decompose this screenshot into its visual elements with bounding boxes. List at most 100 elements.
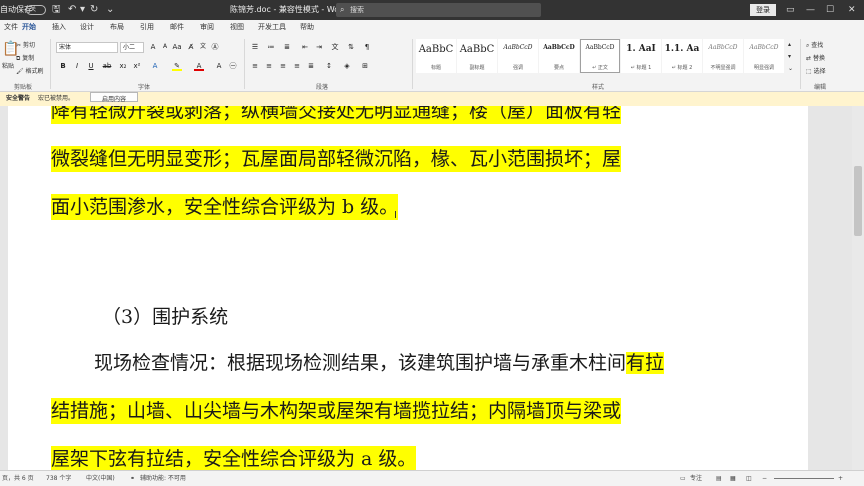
multilevel-list-icon[interactable]: ≣ (282, 42, 292, 52)
enable-content-button[interactable]: 启用内容 (90, 92, 138, 103)
format-painter-label: 格式刷 (25, 68, 44, 75)
style-normal[interactable]: AaBbCcD ↵ 正文 (580, 39, 620, 73)
increase-indent-icon[interactable]: ⇥ (314, 42, 324, 52)
save-icon[interactable]: 🖫 (52, 0, 61, 20)
highlight-icon[interactable]: ✎ (172, 61, 182, 71)
copy-button[interactable]: ⧉ 复制 (16, 53, 34, 63)
search-input[interactable]: ⌕ 搜索 (336, 3, 541, 17)
paste-button[interactable]: 粘贴 (2, 61, 14, 70)
distributed-icon[interactable]: ≣ (306, 61, 316, 71)
superscript-icon[interactable]: x² (132, 61, 142, 71)
tab-file[interactable]: 文件 (4, 20, 18, 35)
zoom-slider[interactable] (774, 478, 834, 479)
minimize-icon[interactable]: — (806, 0, 815, 20)
text-effects-icon[interactable]: A (150, 61, 160, 71)
bullets-icon[interactable]: ☰ (250, 42, 260, 52)
align-center-icon[interactable]: ≡ (264, 61, 274, 71)
tab-references[interactable]: 引用 (140, 20, 154, 35)
change-case-icon[interactable]: Aa (172, 42, 182, 52)
print-layout-icon[interactable]: ▦ (730, 471, 736, 486)
cut-button[interactable]: ✂ 剪切 (16, 40, 35, 49)
phonetic-guide-icon[interactable]: 文 (198, 42, 208, 52)
find-button[interactable]: ⌕ 查找 (806, 40, 823, 50)
vertical-scrollbar[interactable] (852, 106, 864, 470)
enclose-characters-icon[interactable]: ㊀ (228, 61, 238, 71)
strikethrough-icon[interactable]: ab (102, 61, 112, 71)
page-count[interactable]: 页，共 6 页 (2, 471, 34, 486)
numbering-icon[interactable]: ≔ (266, 42, 276, 52)
style-subtle-emphasis[interactable]: AaBbCcD 不明显强调 (703, 39, 743, 73)
tab-developer[interactable]: 开发工具 (258, 20, 286, 35)
focus-mode[interactable]: 专注 (690, 471, 702, 486)
tab-insert[interactable]: 插入 (52, 20, 66, 35)
login-button[interactable]: 登录 (750, 4, 776, 16)
format-painter-button[interactable]: 🖌 格式刷 (16, 66, 44, 75)
styles-more-icon[interactable]: ⌄ (788, 65, 793, 72)
clear-formatting-icon[interactable]: A̸ (186, 42, 196, 52)
security-warning-text: 宏已被禁用。 (38, 95, 75, 102)
select-label: 选择 (813, 68, 826, 75)
scrollbar-thumb[interactable] (854, 166, 862, 236)
show-marks-icon[interactable]: ¶ (362, 42, 372, 52)
style-name: 副标题 (469, 65, 485, 71)
tab-mailings[interactable]: 邮件 (170, 20, 184, 35)
ribbon-display-options-icon[interactable]: ▭ (786, 0, 795, 20)
web-layout-icon[interactable]: ◫ (746, 471, 752, 486)
underline-icon[interactable]: U (86, 61, 96, 71)
select-button[interactable]: ⬚ 选择 (806, 66, 826, 75)
tab-design[interactable]: 设计 (80, 20, 94, 35)
style-title[interactable]: AaBbC 标题 (416, 39, 456, 73)
font-size-select[interactable]: 小二 (120, 42, 144, 53)
justify-icon[interactable]: ≡ (292, 61, 302, 71)
redo-icon[interactable]: ↻ (90, 0, 98, 20)
align-right-icon[interactable]: ≡ (278, 61, 288, 71)
style-heading-1[interactable]: 1. AaI ↵ 标题 1 (621, 39, 661, 73)
language[interactable]: 中文(中国) (86, 471, 115, 486)
line-spacing-icon[interactable]: ↕ (324, 61, 334, 71)
maximize-icon[interactable]: ☐ (826, 0, 834, 20)
style-intense-emphasis[interactable]: AaBbCcD 明显强调 (744, 39, 784, 73)
shading-icon[interactable]: ◈ (342, 61, 352, 71)
undo-dropdown-icon[interactable]: ▾ (80, 0, 85, 20)
cut-icon: ✂ (16, 42, 22, 49)
divider (244, 39, 245, 89)
italic-icon[interactable]: I (72, 61, 82, 71)
style-emphasis[interactable]: AaBbCcD 强调 (498, 39, 538, 73)
character-border-icon[interactable]: Ⓐ (210, 42, 220, 52)
autosave-toggle[interactable]: 关 (26, 5, 46, 15)
shrink-font-icon[interactable]: A (160, 42, 170, 52)
tab-help[interactable]: 帮助 (300, 20, 314, 35)
style-heading-2[interactable]: 1.1. Aa ↵ 标题 2 (662, 39, 702, 73)
styles-scroll-up-icon[interactable]: ▴ (788, 41, 791, 48)
tab-review[interactable]: 审阅 (200, 20, 214, 35)
style-strong[interactable]: AaBbCcD 要点 (539, 39, 579, 73)
ribbon: 📋 粘贴 ✂ 剪切 ⧉ 复制 🖌 格式刷 剪贴板 宋体 小二 A A Aa A̸… (0, 35, 864, 92)
replace-button[interactable]: ⇄ 替换 (806, 53, 825, 62)
decrease-indent-icon[interactable]: ⇤ (300, 42, 310, 52)
close-icon[interactable]: ✕ (848, 0, 856, 20)
styles-scroll-down-icon[interactable]: ▾ (788, 53, 791, 60)
chinese-layout-icon[interactable]: 文 (330, 42, 340, 52)
style-subtitle[interactable]: AaBbC 副标题 (457, 39, 497, 73)
font-name-select[interactable]: 宋体 (56, 42, 118, 53)
grow-font-icon[interactable]: A (148, 42, 158, 52)
font-color-icon[interactable]: A (194, 61, 204, 71)
sort-icon[interactable]: ⇅ (346, 42, 356, 52)
zoom-in-icon[interactable]: + (838, 471, 843, 486)
subscript-icon[interactable]: x₂ (118, 61, 128, 71)
word-count[interactable]: 738 个字 (46, 471, 71, 486)
tab-view[interactable]: 视图 (230, 20, 244, 35)
style-name: ↵ 标题 1 (630, 65, 652, 71)
tab-layout[interactable]: 布局 (110, 20, 124, 35)
character-shading-icon[interactable]: A (214, 61, 224, 71)
security-warning-bar: 安全警告 宏已被禁用。 启用内容 (0, 92, 864, 106)
borders-icon[interactable]: ⊞ (360, 61, 370, 71)
zoom-out-icon[interactable]: − (762, 471, 767, 486)
bold-icon[interactable]: B (58, 61, 68, 71)
customize-quick-access-icon[interactable]: ⌄ (106, 0, 114, 20)
accessibility-status[interactable]: 辅助功能: 不可用 (140, 471, 186, 486)
undo-icon[interactable]: ↶ (68, 0, 76, 20)
align-left-icon[interactable]: ≡ (250, 61, 260, 71)
document-page[interactable]: 降有轻微开裂或剥落；纵横墙交接处无明显通缝；楼（屋）面板有轻 微裂缝但无明显变形… (8, 106, 808, 470)
read-mode-icon[interactable]: ▤ (716, 471, 722, 486)
